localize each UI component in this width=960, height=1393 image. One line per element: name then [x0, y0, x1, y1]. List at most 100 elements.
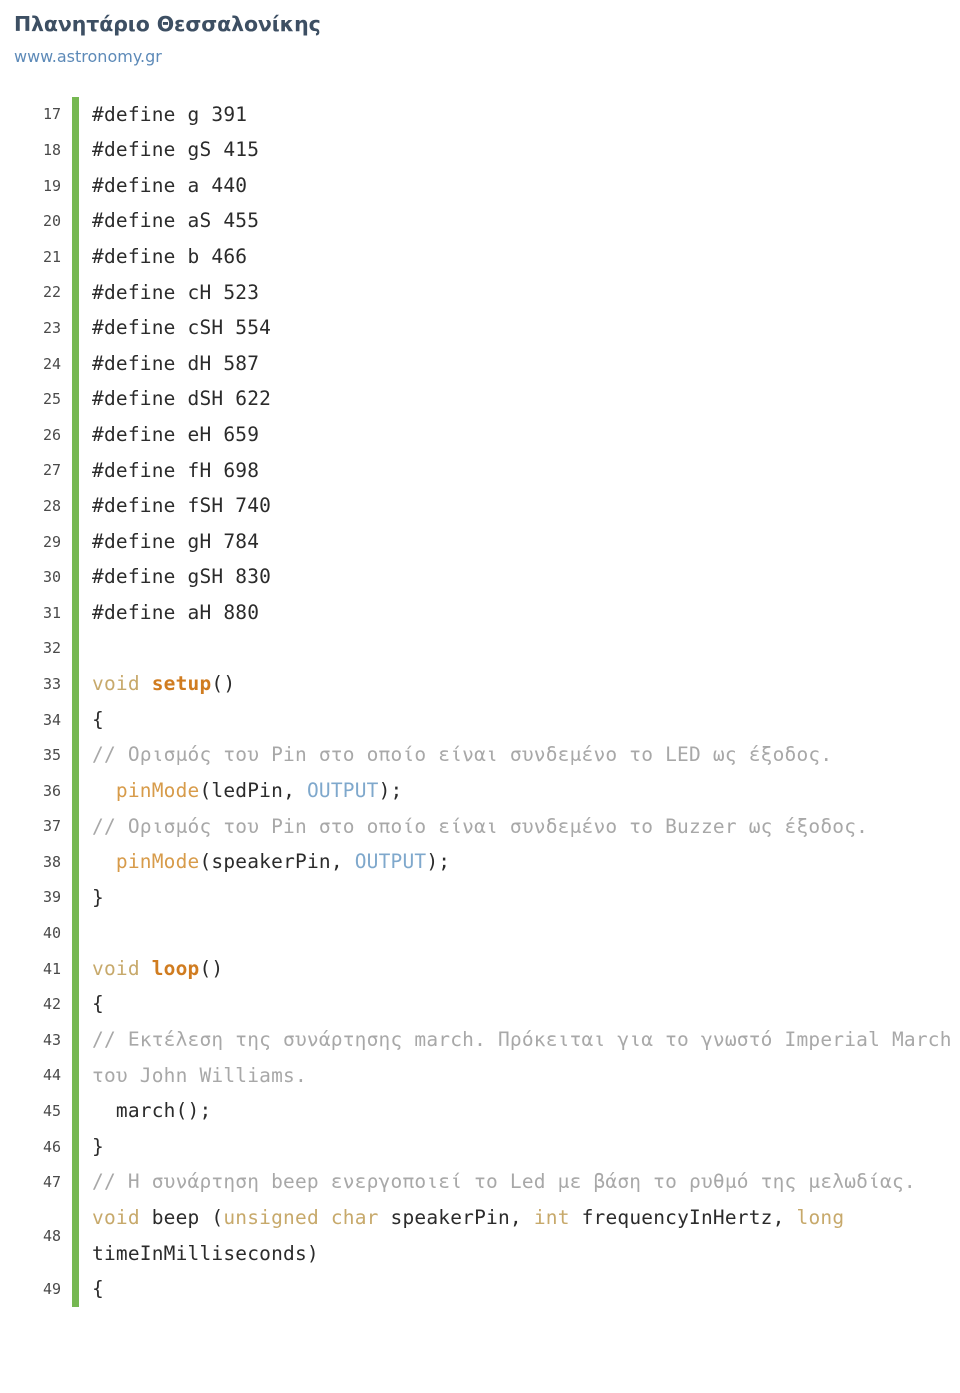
code-token: int: [533, 1206, 582, 1230]
code-line: 46}: [0, 1128, 960, 1165]
code-line: 27 #define fH 698: [0, 452, 960, 489]
line-number: 17: [0, 96, 72, 133]
code-token: του John Williams.: [92, 1063, 307, 1087]
code-gutter-rule: [72, 844, 79, 880]
code-token: #define gSH 830: [92, 565, 272, 589]
code-line: 47 // Η συνάρτηση beep ενεργοποιεί το Led…: [0, 1164, 960, 1201]
code-gutter-rule: [72, 1200, 79, 1272]
code-gutter-rule: [72, 1164, 79, 1201]
code-line-text: #define gS 415: [79, 132, 960, 168]
code-token: #define cSH 554: [92, 316, 272, 340]
code-line: 18 #define gS 415: [0, 132, 960, 168]
code-token: (speakerPin,: [199, 850, 355, 874]
code-gutter-rule: [72, 274, 79, 311]
code-token: #define aH 880: [92, 600, 260, 624]
code-token: OUTPUT: [354, 850, 427, 874]
line-number: 24: [0, 345, 72, 382]
code-line: 23 #define cSH 554: [0, 310, 960, 346]
code-line-text: {: [79, 986, 960, 1022]
website-link[interactable]: www.astronomy.gr: [14, 47, 162, 67]
line-number: 47: [0, 1164, 72, 1201]
code-token: unsigned char: [223, 1206, 391, 1230]
code-line: 22 #define cH 523: [0, 274, 960, 311]
code-line-text: #define b 466: [79, 239, 960, 275]
code-line: 24 #define dH 587: [0, 345, 960, 382]
code-line-text: void beep (unsigned char speakerPin, int…: [79, 1200, 960, 1271]
code-line: 40: [0, 915, 960, 951]
code-token: void: [92, 1206, 152, 1230]
code-line: 44 του John Williams.: [0, 1057, 960, 1094]
code-gutter-rule: [72, 239, 79, 275]
code-token: #define dSH 622: [92, 387, 272, 411]
code-line-text: #define a 440: [79, 168, 960, 204]
line-number: 44: [0, 1057, 72, 1094]
code-line: 20 #define aS 455: [0, 203, 960, 239]
code-line-text: {: [79, 702, 960, 738]
line-number: 45: [0, 1093, 72, 1129]
code-gutter-rule: [72, 523, 79, 560]
code-line: 35 // Ορισμός του Pin στο οποίο είναι συν…: [0, 737, 960, 773]
code-token: loop: [151, 956, 200, 980]
code-token: }: [92, 1134, 104, 1158]
code-line: 39}: [0, 879, 960, 916]
code-token: speakerPin,: [390, 1206, 534, 1230]
code-line: 21 #define b 466: [0, 239, 960, 275]
code-line-text: // Εκτέλεση της συνάρτησης march. Πρόκει…: [79, 1022, 960, 1058]
code-gutter-rule: [72, 488, 79, 524]
code-line: 32: [0, 630, 960, 667]
line-number: 27: [0, 452, 72, 489]
code-gutter-rule: [72, 1093, 79, 1129]
code-gutter-rule: [72, 416, 79, 453]
code-line-text: #define g 391: [79, 97, 960, 133]
code-token: #define a 440: [92, 173, 248, 197]
code-token: long: [796, 1206, 857, 1230]
code-token: setup: [151, 672, 212, 696]
code-gutter-rule: [72, 630, 79, 667]
code-line-text: [79, 631, 960, 667]
code-token: (ledPin,: [199, 778, 307, 802]
line-number: 42: [0, 986, 72, 1023]
code-line: 26 #define eH 659: [0, 416, 960, 453]
code-line-text: του John Williams.: [79, 1058, 960, 1094]
code-line: 38 pinMode(speakerPin, OUTPUT);: [0, 844, 960, 880]
code-listing: 17 #define g 391 18 #define gS 415 19 #define…: [0, 96, 960, 1307]
code-line: 43 // Εκτέλεση της συνάρτησης march. Πρόκ…: [0, 1022, 960, 1058]
code-token: );: [378, 778, 403, 802]
code-line: 29 #define gH 784: [0, 523, 960, 560]
code-token: frequencyInHertz,: [581, 1206, 797, 1230]
code-line-text: }: [79, 1129, 960, 1165]
code-gutter-rule: [72, 1128, 79, 1165]
code-line-text: }: [79, 880, 960, 916]
code-gutter-rule: [72, 986, 79, 1023]
code-line-text: #define eH 659: [79, 417, 960, 453]
line-number: 39: [0, 879, 72, 916]
code-gutter-rule: [72, 452, 79, 489]
code-line: 48 void beep (unsigned char speakerPin, i…: [0, 1200, 960, 1272]
code-line-text: march();: [79, 1093, 960, 1129]
code-token: (): [199, 956, 224, 980]
code-token: beep: [151, 1206, 212, 1230]
code-token: void: [92, 672, 152, 696]
code-token: (: [211, 1206, 224, 1230]
code-line: 25 #define dSH 622: [0, 381, 960, 417]
code-token: }: [92, 885, 104, 909]
code-line-text: #define cH 523: [79, 275, 960, 311]
line-number: 28: [0, 488, 72, 524]
code-line-text: #define cSH 554: [79, 310, 960, 346]
code-line-text: #define aS 455: [79, 203, 960, 239]
code-gutter-rule: [72, 203, 79, 239]
code-line-text: {: [79, 1271, 960, 1307]
code-token: #define aS 455: [92, 209, 260, 233]
code-token: OUTPUT: [306, 778, 379, 802]
code-gutter-rule: [72, 879, 79, 916]
line-number: 38: [0, 844, 72, 880]
code-line: 41 void loop(): [0, 950, 960, 987]
document-header: Πλανητάριο Θεσσαλονίκης www.astronomy.gr: [0, 0, 960, 67]
line-number: 29: [0, 523, 72, 560]
code-gutter-rule: [72, 772, 79, 809]
code-token: {: [92, 992, 104, 1016]
code-gutter-rule: [72, 808, 79, 845]
code-token: pinMode: [115, 778, 200, 802]
